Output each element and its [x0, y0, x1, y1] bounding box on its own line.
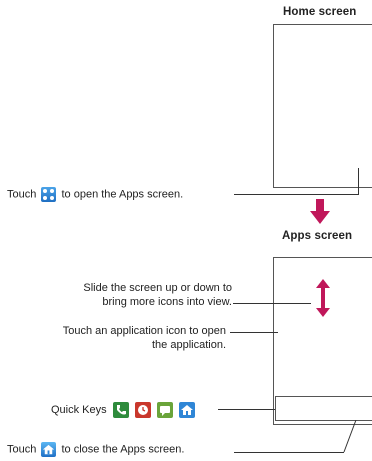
- quick-keys-bar: [275, 396, 372, 421]
- home-screen-title: Home screen: [283, 6, 357, 18]
- home-screen-pointer-line: [358, 168, 359, 194]
- touch-app-callout-line: [230, 332, 278, 333]
- open-apps-callout: Touch to open the Apps screen.: [7, 187, 183, 202]
- home-icon[interactable]: [178, 402, 195, 418]
- messaging-icon[interactable]: [156, 402, 173, 418]
- close-callout-diagonal: [343, 420, 357, 453]
- home-screen-frame: [273, 24, 372, 188]
- quick-keys-callout-line: [218, 409, 275, 410]
- close-apps-callout-before: Touch: [7, 443, 37, 456]
- clock-icon[interactable]: [134, 402, 151, 418]
- close-apps-callout-after: to close the Apps screen.: [61, 443, 185, 456]
- touch-app-callout: Touch an application icon to open the ap…: [14, 325, 226, 352]
- home-screen-callout-line: [234, 194, 359, 195]
- quick-keys-label: Quick Keys: [51, 403, 107, 416]
- apps-screen-title: Apps screen: [282, 230, 353, 242]
- apps-grid-icon[interactable]: [41, 187, 57, 202]
- close-apps-callout: Touch to close the Apps screen.: [7, 442, 184, 457]
- phone-icon[interactable]: [112, 402, 129, 418]
- close-callout-line: [234, 452, 344, 453]
- quick-keys-callout: Quick Keys: [51, 402, 195, 418]
- home-icon[interactable]: [41, 442, 57, 457]
- touch-app-callout-line-2: the application.: [152, 338, 226, 351]
- touch-app-callout-line-1: Touch an application icon to open: [62, 325, 226, 337]
- slide-callout-line-2: bring more icons into view.: [102, 295, 232, 308]
- slide-callout-line-1: Slide the screen up or down to: [83, 282, 232, 294]
- open-apps-callout-after: to open the Apps screen.: [61, 188, 184, 201]
- open-apps-callout-before: Touch: [7, 188, 37, 201]
- slide-callout-line: [233, 303, 311, 304]
- scroll-updown-icon: [316, 279, 330, 317]
- down-arrow-icon: [310, 199, 330, 224]
- slide-callout: Slide the screen up or down to bring mor…: [20, 282, 232, 309]
